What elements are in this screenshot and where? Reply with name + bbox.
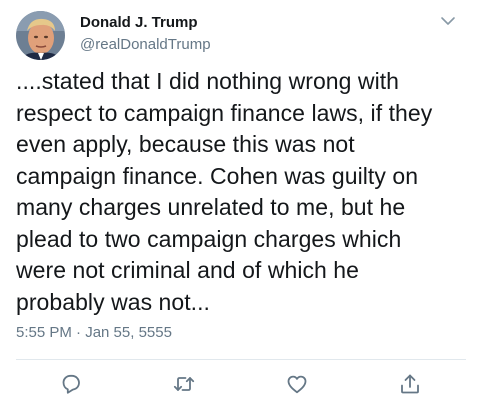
tweet-text-line: ....stated that I did nothing wrong with: [16, 68, 400, 94]
like-button[interactable]: [285, 372, 309, 396]
timestamp[interactable]: 5:55 PM · Jan 55, 5555: [16, 324, 172, 341]
tweet-text-line: probably was not...: [16, 288, 211, 315]
tweet-text-line: respect to campaign finance laws, if the…: [16, 99, 433, 126]
avatar[interactable]: [16, 11, 65, 60]
heart-icon: [287, 375, 307, 394]
retweet-button[interactable]: [172, 372, 196, 396]
tweet-card: Donald J. Trump @realDonaldTrump ....sta…: [0, 0, 480, 410]
tweet-text-line: many charges unrelated to me, but he: [16, 194, 406, 220]
retweet-icon: [173, 377, 195, 391]
tweet-text-line: plead to two campaign charges which: [16, 225, 402, 252]
tweet-text-line: even apply, because this was not: [16, 131, 355, 157]
tweet-text: ....stated that I did nothing wrong with…: [16, 66, 466, 318]
display-name[interactable]: Donald J. Trump: [80, 14, 198, 31]
share-button[interactable]: [398, 372, 422, 396]
reply-button[interactable]: [59, 372, 83, 396]
tweet-text-line: campaign finance. Cohen was guilty on: [16, 162, 419, 189]
tweet-text-line: were not criminal and of which he: [16, 257, 359, 283]
reply-icon: [62, 374, 80, 394]
handle[interactable]: @realDonaldTrump: [80, 36, 211, 53]
share-icon: [401, 374, 419, 394]
chevron-down-icon[interactable]: [440, 14, 456, 26]
divider: [16, 359, 466, 360]
avatar-image: [16, 11, 65, 60]
